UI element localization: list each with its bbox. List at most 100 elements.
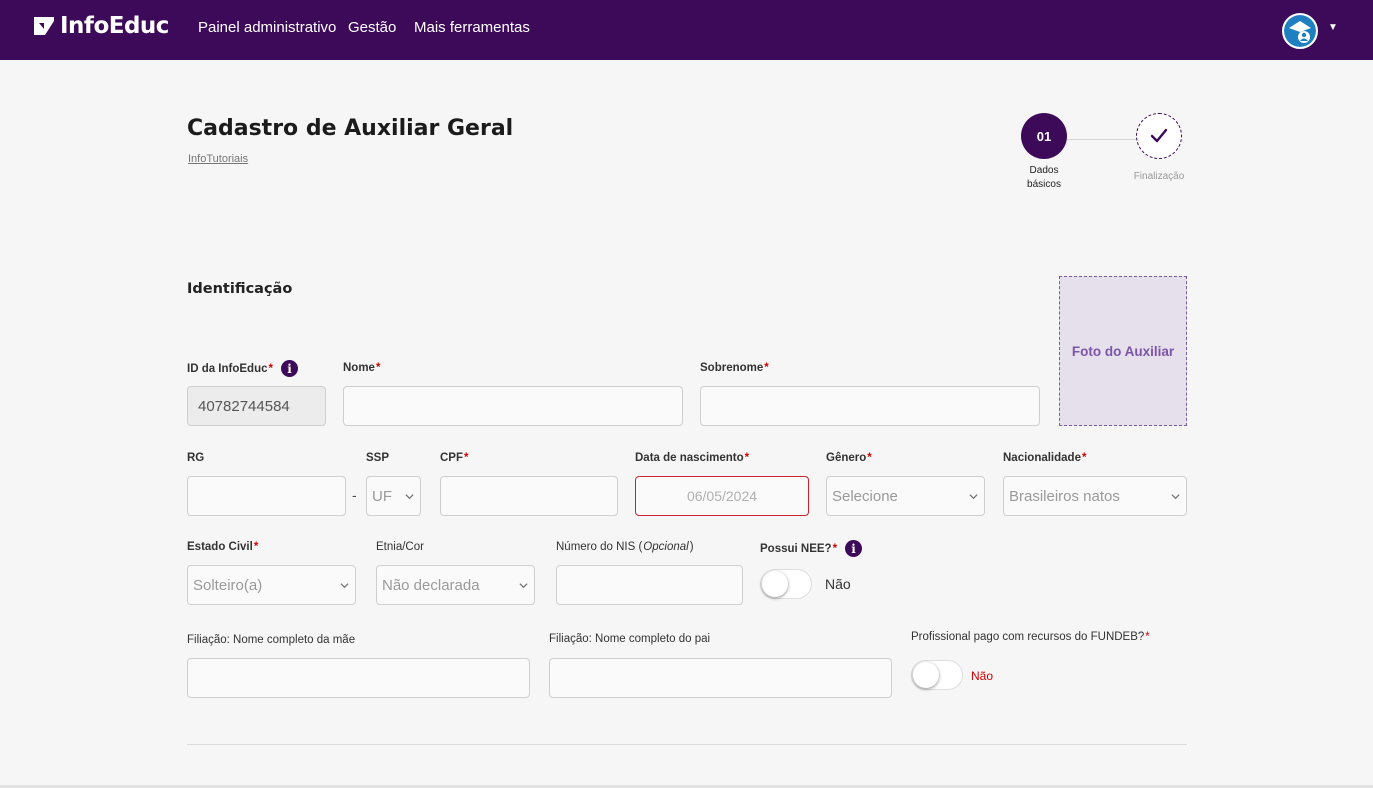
required-marker: * xyxy=(253,541,259,553)
nacionalidade-label-text: Nacionalidade xyxy=(1003,452,1081,464)
app-logo[interactable]: InfoEduc xyxy=(33,13,169,39)
photo-upload-label: Foto do Auxiliar xyxy=(1071,343,1175,359)
caret-down-icon[interactable]: ▼ xyxy=(1328,22,1338,33)
estado-civil-label-text: Estado Civil xyxy=(187,541,253,553)
rg-label: RG xyxy=(187,452,204,464)
id-infoeduc-label-text: ID da InfoEduc xyxy=(187,362,268,375)
ssp-select[interactable]: UF xyxy=(366,476,421,516)
required-marker: * xyxy=(1081,452,1087,464)
estado-civil-select[interactable]: Solteiro(a) xyxy=(187,565,356,605)
required-marker: * xyxy=(464,452,469,464)
pai-label: Filiação: Nome completo do pai xyxy=(549,633,710,645)
etnia-label: Etnia/Cor xyxy=(376,541,424,553)
mae-label-text: Filiação: Nome completo da mãe xyxy=(187,634,356,646)
top-navbar: InfoEduc Painel administrativo Gestão Ma… xyxy=(0,0,1373,60)
chevron-down-icon xyxy=(969,493,978,499)
rg-ssp-separator: - xyxy=(352,487,357,503)
nee-state-text: Não xyxy=(825,576,851,592)
section-divider xyxy=(187,744,1187,745)
toggle-knob xyxy=(762,571,788,597)
fundeb-label: Profissional pago com recursos do FUNDEB… xyxy=(911,631,1150,643)
user-avatar[interactable] xyxy=(1282,13,1318,49)
nee-label: Possui NEE? * i xyxy=(760,540,863,557)
ssp-label-text: SSP xyxy=(366,452,390,464)
sobrenome-label: Sobrenome * xyxy=(700,362,769,374)
etnia-label-text: Etnia/Cor xyxy=(376,541,424,553)
step-connector xyxy=(1067,139,1136,140)
required-marker: * xyxy=(867,452,872,464)
estado-civil-value: Solteiro(a) xyxy=(193,576,263,594)
etnia-value: Não declarada xyxy=(382,576,480,594)
genero-label: Gênero * xyxy=(826,452,872,464)
rg-input[interactable] xyxy=(187,476,346,516)
data-nascimento-label: Data de nascimento * xyxy=(635,452,749,464)
step-1-label: Dados básicos xyxy=(1018,164,1070,192)
cpf-input[interactable] xyxy=(440,476,618,516)
cpf-label: CPF * xyxy=(440,452,468,464)
fundeb-label-text: Profissional pago com recursos do FUNDEB… xyxy=(911,631,1145,643)
nav-mais-ferramentas[interactable]: Mais ferramentas xyxy=(414,19,530,36)
genero-label-text: Gênero xyxy=(826,452,867,464)
nav-painel-administrativo[interactable]: Painel administrativo xyxy=(198,19,336,36)
logo-text: InfoEduc xyxy=(60,13,169,39)
required-marker: * xyxy=(832,542,838,555)
chevron-down-icon xyxy=(519,582,528,588)
sobrenome-label-text: Sobrenome xyxy=(700,362,764,374)
step-1-circle: 01 xyxy=(1021,113,1067,159)
nis-optional-note: Opcional xyxy=(643,541,689,553)
chevron-down-icon xyxy=(1171,493,1180,499)
nome-label: Nome * xyxy=(343,362,380,374)
etnia-select[interactable]: Não declarada xyxy=(376,565,535,605)
required-marker: * xyxy=(268,362,273,375)
photo-upload[interactable]: Foto do Auxiliar xyxy=(1059,276,1187,426)
nee-label-text: Possui NEE? xyxy=(760,542,832,555)
id-infoeduc-value: 40782744584 xyxy=(198,397,290,415)
nacionalidade-select[interactable]: Brasileiros natos xyxy=(1003,476,1187,516)
step-1-label-line2: básicos xyxy=(1027,179,1061,190)
fundeb-toggle[interactable] xyxy=(911,660,963,690)
nis-input[interactable] xyxy=(556,565,743,605)
info-icon[interactable]: i xyxy=(280,360,298,377)
mae-input[interactable] xyxy=(187,658,530,698)
logo-mark-icon xyxy=(34,17,54,35)
step-1-number: 01 xyxy=(1036,128,1052,144)
nacionalidade-value: Brasileiros natos xyxy=(1009,487,1120,505)
nis-label-text: Número do NIS xyxy=(556,541,636,553)
estado-civil-label: Estado Civil * xyxy=(187,541,258,553)
sobrenome-input[interactable] xyxy=(700,386,1040,426)
genero-value: Selecione xyxy=(832,487,898,505)
data-nascimento-placeholder: 06/05/2024 xyxy=(686,488,758,504)
nome-input[interactable] xyxy=(343,386,683,426)
required-marker: * xyxy=(744,452,750,464)
ssp-value: UF xyxy=(372,487,392,505)
chevron-down-icon xyxy=(340,582,349,588)
page-title: Cadastro de Auxiliar Geral xyxy=(187,116,514,141)
data-nascimento-label-text: Data de nascimento xyxy=(635,452,744,464)
breadcrumb-link[interactable]: InfoTutoriais xyxy=(188,153,248,165)
chevron-down-icon xyxy=(405,493,414,499)
genero-select[interactable]: Selecione xyxy=(826,476,985,516)
nav-gestao[interactable]: Gestão xyxy=(348,19,396,36)
nee-toggle[interactable] xyxy=(760,569,812,599)
avatar-image xyxy=(1284,15,1316,47)
data-nascimento-input[interactable]: 06/05/2024 xyxy=(635,476,809,516)
toggle-knob xyxy=(913,662,939,688)
cpf-label-text: CPF xyxy=(440,452,463,464)
pai-label-text: Filiação: Nome completo do pai xyxy=(549,633,711,645)
check-icon xyxy=(1150,128,1168,143)
required-marker: * xyxy=(764,362,769,374)
step-1-label-line1: Dados xyxy=(1029,165,1059,176)
rg-label-text: RG xyxy=(187,452,205,464)
section-title: Identificação xyxy=(187,281,293,297)
required-marker: * xyxy=(375,362,381,374)
info-icon[interactable]: i xyxy=(845,540,863,557)
id-infoeduc-label: ID da InfoEduc * i xyxy=(187,360,298,377)
mae-label: Filiação: Nome completo da mãe xyxy=(187,634,355,646)
required-marker: * xyxy=(1145,631,1150,643)
nome-label-text: Nome xyxy=(343,362,375,374)
fundeb-state-text: Não xyxy=(971,669,994,683)
pai-input[interactable] xyxy=(549,658,892,698)
step-2-label: Finalização xyxy=(1133,171,1185,182)
nacionalidade-label: Nacionalidade * xyxy=(1003,452,1086,464)
ssp-label: SSP xyxy=(366,452,389,464)
